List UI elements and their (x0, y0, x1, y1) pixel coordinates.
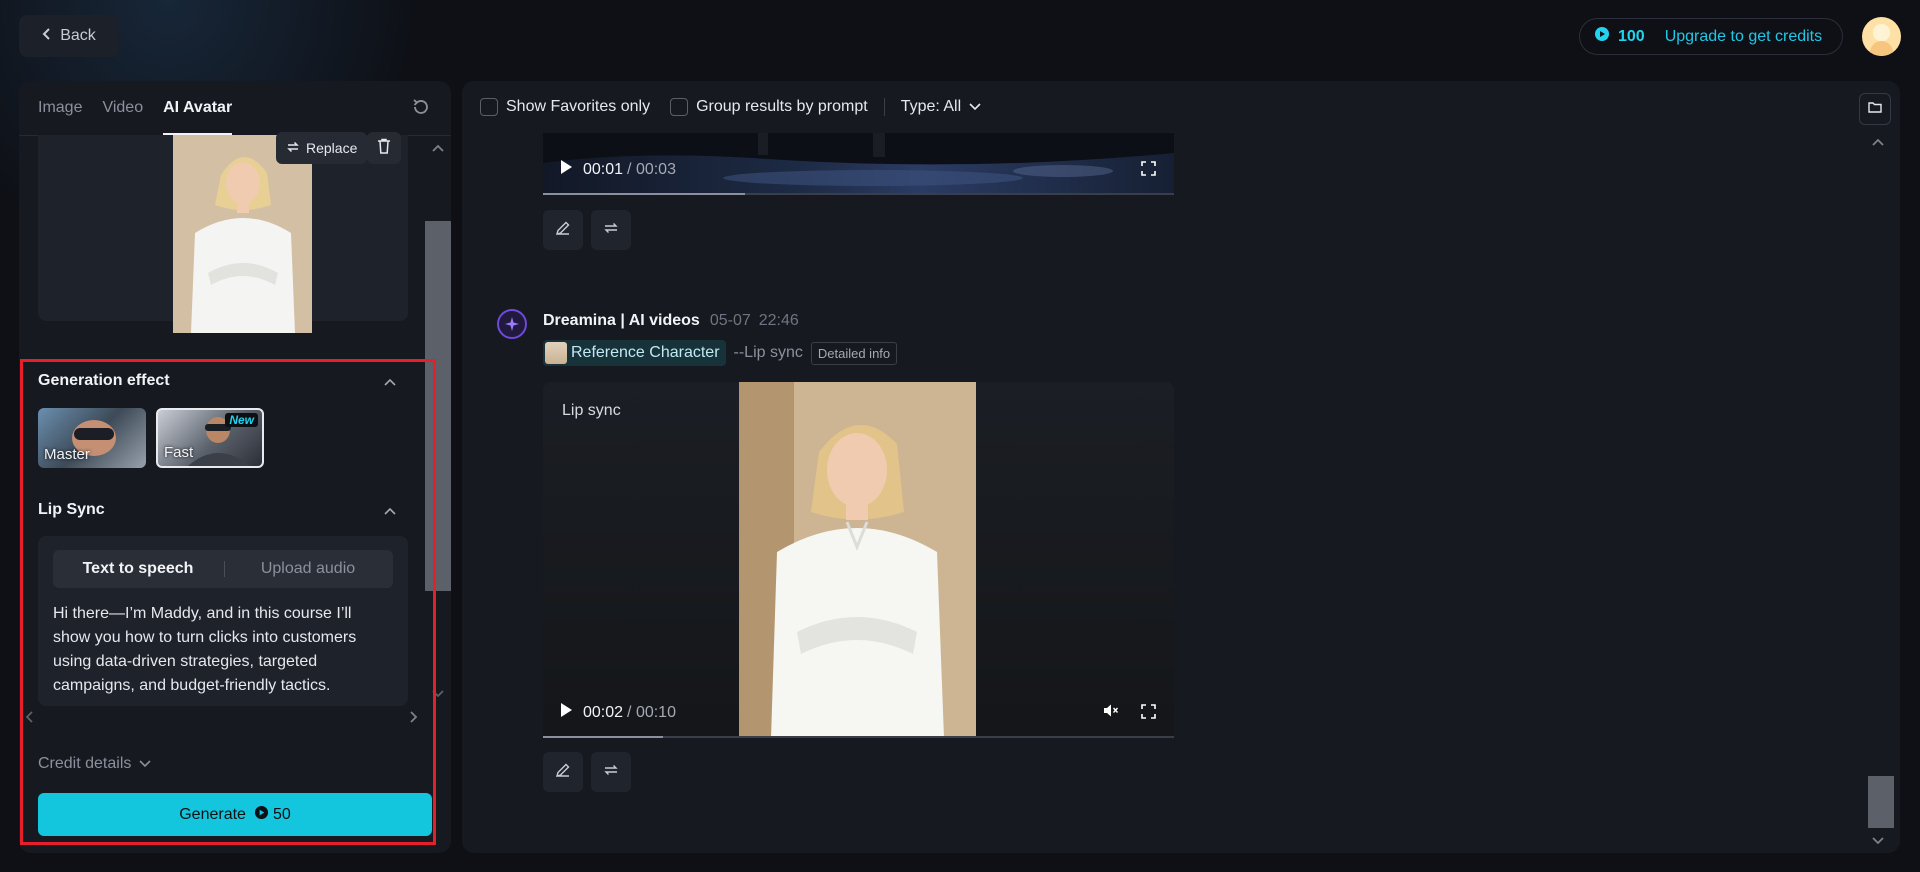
swap-icon (286, 140, 300, 157)
mute-icon[interactable] (1103, 703, 1119, 723)
reference-image (173, 135, 312, 333)
group-by-prompt-label: Group results by prompt (696, 98, 868, 115)
avatar[interactable] (1862, 17, 1901, 56)
lip-sync-title: Lip Sync (38, 501, 105, 518)
credit-details-toggle[interactable]: Credit details (38, 755, 151, 773)
regenerate-button[interactable] (591, 752, 631, 792)
pencil-icon (555, 762, 571, 783)
credits-pill[interactable]: 100 Upgrade to get credits (1579, 18, 1843, 55)
chevron-down-icon[interactable] (969, 98, 981, 116)
video-2-progress-fill (543, 736, 663, 738)
fullscreen-icon[interactable] (1141, 161, 1156, 181)
reference-character-chip[interactable]: Reference Character (543, 340, 726, 366)
folder-icon (1868, 100, 1882, 118)
generator-avatar (497, 309, 527, 339)
back-label: Back (60, 27, 96, 44)
chevron-down-icon (139, 755, 151, 773)
effect-fast-label: Fast (164, 444, 194, 461)
credit-details-label: Credit details (38, 755, 132, 772)
generation-time: 22:46 (758, 312, 799, 329)
video-2-controls: 00:02 / 00:10 (559, 702, 676, 723)
credit-coin-icon (1594, 26, 1610, 47)
edit-button[interactable] (543, 210, 583, 250)
scroll-down-arrow[interactable] (432, 685, 444, 701)
edit-button[interactable] (543, 752, 583, 792)
video-2-frame (739, 382, 976, 738)
effect-master-label: Master (44, 446, 90, 463)
generate-label: Generate (179, 805, 246, 823)
video-player-2[interactable]: Lip sync 00:02 / 00:10 (543, 382, 1174, 738)
video-1-duration: / 00:03 (627, 160, 676, 178)
mode-tabs: Image Video AI Avatar (38, 81, 233, 135)
back-button[interactable]: Back (19, 15, 119, 57)
reference-character-thumb (545, 342, 567, 364)
tab-image[interactable]: Image (38, 81, 82, 135)
lip-sync-box: Text to speech Upload audio Hi there—I’m… (38, 536, 408, 706)
filter-divider (883, 98, 885, 116)
video-2-label: Lip sync (562, 402, 621, 419)
folder-button[interactable] (1859, 93, 1891, 125)
reference-row: Reference Character --Lip sync Detailed … (543, 340, 898, 366)
results-scroll-down-arrow[interactable] (1872, 832, 1884, 848)
effect-master-card[interactable]: Master (38, 408, 146, 468)
generation-effect-title: Generation effect (38, 372, 170, 389)
results-scroll-up-arrow[interactable] (1872, 133, 1884, 149)
segment-divider (224, 561, 225, 577)
group-by-prompt-checkbox[interactable] (670, 98, 689, 116)
video-1-controls: 00:01 / 00:03 (559, 159, 676, 180)
upgrade-link[interactable]: Upgrade to get credits (1665, 28, 1822, 46)
collapse-lip-sync-icon[interactable] (384, 502, 396, 518)
type-filter-dropdown[interactable]: Type: All (901, 98, 961, 116)
delete-button[interactable] (367, 132, 401, 164)
generation-type: --Lip sync (733, 344, 803, 361)
upload-audio-tab[interactable]: Upload audio (223, 550, 393, 588)
scroll-right-arrow[interactable] (410, 710, 418, 726)
left-scrollbar-thumb[interactable] (425, 221, 451, 591)
tab-video[interactable]: Video (102, 81, 143, 135)
collapse-generation-effect-icon[interactable] (384, 373, 396, 389)
effect-fast-card[interactable]: New Fast (156, 408, 264, 468)
repeat-icon (603, 762, 619, 783)
results-scrollbar-thumb[interactable] (1868, 776, 1894, 828)
detailed-info-button[interactable]: Detailed info (810, 341, 898, 365)
generate-cost: 50 (272, 805, 291, 823)
video-1-progress-bar[interactable] (543, 193, 1174, 195)
video-1-progress-fill (543, 193, 745, 195)
scroll-up-arrow[interactable] (432, 139, 444, 155)
video-2-progress-bar[interactable] (543, 736, 1174, 738)
reference-character-label: Reference Character (571, 344, 720, 361)
generation-date: 05-07 (709, 312, 751, 329)
video-2-duration: / 00:10 (627, 703, 676, 721)
play-icon[interactable] (559, 159, 573, 180)
credits-count: 100 (1618, 27, 1645, 45)
lip-sync-mode-toggle: Text to speech Upload audio (53, 550, 393, 588)
video-1-current-time: 00:01 (583, 160, 624, 178)
results-panel: Show Favorites only Group results by pro… (462, 81, 1900, 853)
video-2-current-time: 00:02 (583, 703, 624, 721)
pencil-icon (555, 220, 571, 241)
repeat-icon (603, 220, 619, 241)
tab-ai-avatar[interactable]: AI Avatar (163, 81, 233, 135)
left-panel: Image Video AI Avatar Replace Generation… (19, 81, 451, 853)
refresh-icon[interactable] (411, 97, 433, 119)
speech-text-input[interactable]: Hi there—I’m Maddy, and in this course I… (53, 602, 383, 698)
regenerate-button[interactable] (591, 210, 631, 250)
replace-button[interactable]: Replace (276, 132, 368, 164)
trash-icon (377, 138, 391, 159)
generation-meta: Dreamina | AI videos 05-07 22:46 (543, 312, 799, 330)
play-icon[interactable] (559, 702, 573, 723)
favorites-label: Show Favorites only (506, 98, 651, 115)
new-badge: New (225, 413, 258, 427)
credit-coin-icon (254, 805, 269, 825)
generate-button[interactable]: Generate 50 (38, 793, 432, 836)
replace-label: Replace (306, 140, 358, 156)
video-player-1[interactable]: 00:01 / 00:03 (543, 133, 1174, 195)
scroll-left-arrow[interactable] (25, 710, 33, 726)
text-to-speech-tab[interactable]: Text to speech (53, 550, 223, 588)
fullscreen-icon[interactable] (1141, 704, 1156, 724)
filter-row: Show Favorites only Group results by pro… (480, 98, 981, 116)
favorites-checkbox[interactable] (480, 98, 498, 116)
chevron-left-icon (42, 27, 52, 46)
generation-author: Dreamina | AI videos (543, 312, 700, 329)
